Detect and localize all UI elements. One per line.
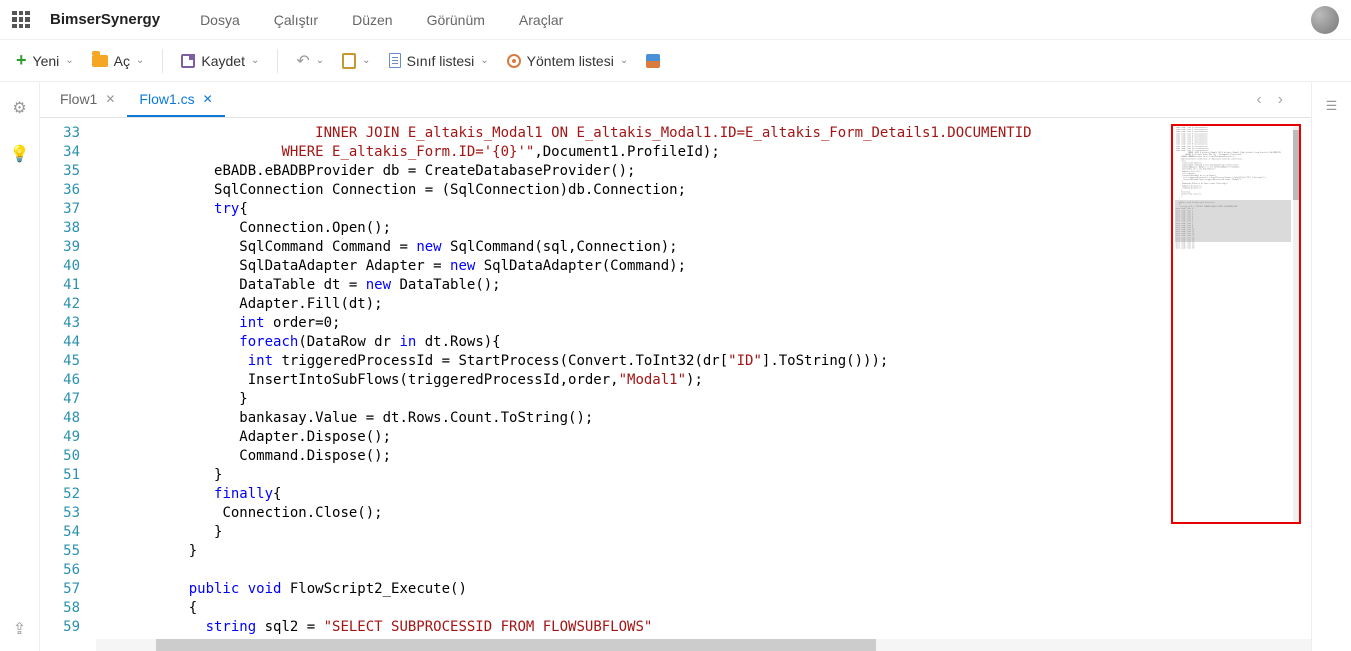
toolbar: Yeni⌄ Aç⌄ Kaydet⌄ ⌄ ⌄ Sınıf listesi⌄ Yön… [0,40,1351,82]
code-content[interactable]: INNER JOIN E_altakis_Modal1 ON E_altakis… [96,118,1311,651]
code-editor[interactable]: 33 34 35 36 37 38 39 40 41 42 43 44 45 4… [40,118,1311,651]
paste-button[interactable]: ⌄ [336,49,376,73]
right-rail: ☰ [1311,82,1351,651]
user-avatar[interactable] [1311,6,1339,34]
menu-çalıştır[interactable]: Çalıştır [274,12,318,28]
new-button[interactable]: Yeni⌄ [10,46,80,75]
editor-wrapper: Flow1 ✕ Flow1.cs ✕ ‹ › 33 34 35 36 37 38 39… [40,82,1311,651]
save-label: Kaydet [201,53,245,69]
minimap-scrollbar[interactable] [1293,126,1299,522]
tab-flow1[interactable]: Flow1 ✕ [48,82,127,117]
tab-label: Flow1 [60,91,97,107]
settings-icon[interactable]: ⚙ [12,98,26,118]
share-icon[interactable]: ⇪ [13,619,26,639]
line-number-gutter: 33 34 35 36 37 38 39 40 41 42 43 44 45 4… [40,118,96,651]
menu-görünüm[interactable]: Görünüm [427,12,485,28]
class-list-label: Sınıf listesi [407,53,475,69]
order-button[interactable] [640,50,666,72]
open-button[interactable]: Aç⌄ [86,49,151,73]
outline-icon[interactable]: ☰ [1326,98,1338,114]
separator [277,49,278,73]
next-tab-icon[interactable]: › [1278,91,1283,109]
open-label: Aç [114,53,130,69]
horizontal-scrollbar[interactable] [96,639,1311,651]
separator [162,49,163,73]
left-rail: ⚙ 💡 ⇪ [0,82,40,651]
tab-bar: Flow1 ✕ Flow1.cs ✕ ‹ › [40,82,1311,118]
tab-label: Flow1.cs [139,91,194,107]
new-label: Yeni [33,53,60,69]
method-list-label: Yöntem listesi [527,53,614,69]
menu-düzen[interactable]: Düzen [352,12,392,28]
method-list-button[interactable]: Yöntem listesi⌄ [501,49,635,73]
tab-flow1-cs[interactable]: Flow1.cs ✕ [127,82,224,117]
code-minimap[interactable]: some code line 0 xxxxxxxxxxxx some code … [1171,124,1301,524]
prev-tab-icon[interactable]: ‹ [1256,91,1261,109]
apps-grid-icon[interactable] [12,11,30,29]
top-menu-bar: BimserSynergy Dosya Çalıştır Düzen Görünüm A… [0,0,1351,40]
close-icon[interactable]: ✕ [105,92,115,106]
menu-dosya[interactable]: Dosya [200,12,240,28]
class-list-button[interactable]: Sınıf listesi⌄ [383,49,495,73]
main-area: ⚙ 💡 ⇪ Flow1 ✕ Flow1.cs ✕ ‹ › 33 34 35 36 37… [0,82,1351,651]
tab-nav-arrows: ‹ › [1256,91,1303,109]
lightbulb-icon[interactable]: 💡 [10,144,30,164]
menu-araçlar[interactable]: Araçlar [519,12,563,28]
undo-button[interactable]: ⌄ [290,47,330,75]
close-icon[interactable]: ✕ [203,92,213,106]
brand-label: BimserSynergy [50,11,160,28]
minimap-viewport-highlight[interactable] [1175,200,1291,242]
save-button[interactable]: Kaydet⌄ [175,49,265,73]
